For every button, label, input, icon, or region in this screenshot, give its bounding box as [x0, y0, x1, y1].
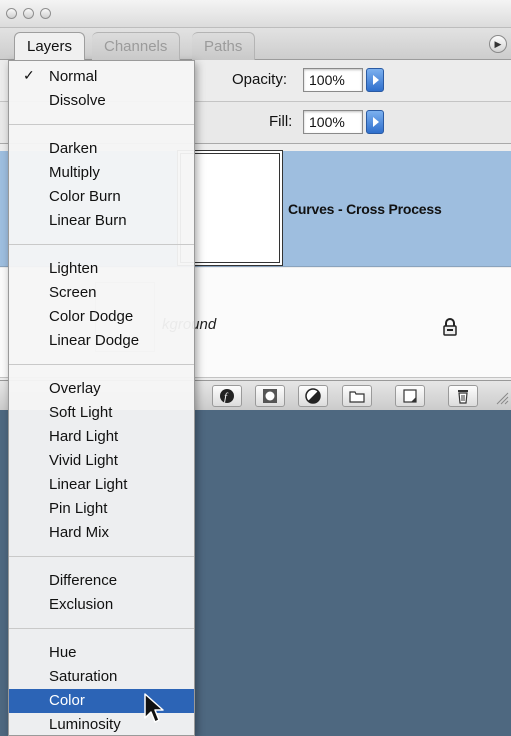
blend-mode-dissolve[interactable]: Dissolve	[9, 89, 194, 113]
new-layer-icon	[403, 389, 417, 403]
blend-mode-hard-light[interactable]: Hard Light	[9, 425, 194, 449]
blend-mode-linear-light[interactable]: Linear Light	[9, 473, 194, 497]
opacity-label: Opacity:	[232, 71, 288, 88]
blend-mode-hard-mix[interactable]: Hard Mix	[9, 521, 194, 545]
menu-separator	[9, 124, 194, 125]
tab-layers[interactable]: Layers	[14, 32, 86, 60]
add-mask-button[interactable]	[255, 385, 285, 407]
blend-mode-lighten[interactable]: Lighten	[9, 257, 194, 281]
blend-mode-difference[interactable]: Difference	[9, 569, 194, 593]
blend-mode-color-dodge[interactable]: Color Dodge	[9, 305, 194, 329]
menu-separator	[9, 244, 194, 245]
layer-mask-icon	[263, 389, 277, 403]
opacity-slider-arrow-icon[interactable]	[366, 68, 384, 92]
fill-label: Fill:	[269, 113, 293, 130]
new-layer-button[interactable]	[395, 385, 425, 407]
resize-grip-icon[interactable]	[493, 389, 509, 405]
blend-mode-linear-burn[interactable]: Linear Burn	[9, 209, 194, 233]
blend-mode-vivid-light[interactable]: Vivid Light	[9, 449, 194, 473]
close-window-button[interactable]	[6, 8, 17, 19]
adjustment-layer-button[interactable]	[298, 385, 328, 407]
minimize-window-button[interactable]	[23, 8, 34, 19]
blend-mode-darken[interactable]: Darken	[9, 137, 194, 161]
mouse-pointer-icon	[144, 693, 164, 723]
fill-slider-arrow-icon[interactable]	[366, 110, 384, 134]
blend-mode-exclusion[interactable]: Exclusion	[9, 593, 194, 617]
blend-mode-soft-light[interactable]: Soft Light	[9, 401, 194, 425]
blend-mode-pin-light[interactable]: Pin Light	[9, 497, 194, 521]
blend-mode-color-burn[interactable]: Color Burn	[9, 185, 194, 209]
blend-mode-menu: NormalDissolveDarkenMultiplyColor BurnLi…	[8, 60, 195, 736]
panel-menu-icon[interactable]: ▶	[489, 35, 507, 53]
layer-style-button[interactable]: f	[212, 385, 242, 407]
layer-name: Curves - Cross Process	[288, 201, 442, 217]
menu-separator	[9, 628, 194, 629]
blend-mode-linear-dodge[interactable]: Linear Dodge	[9, 329, 194, 353]
layer-style-icon: f	[220, 389, 234, 403]
zoom-window-button[interactable]	[40, 8, 51, 19]
panel-tab-bar: Layers Channels Paths ▶	[0, 28, 511, 60]
blend-mode-normal[interactable]: Normal	[9, 65, 194, 89]
delete-layer-button[interactable]	[448, 385, 478, 407]
blend-mode-multiply[interactable]: Multiply	[9, 161, 194, 185]
menu-separator	[9, 364, 194, 365]
menu-separator	[9, 556, 194, 557]
layer-mask-thumbnail[interactable]	[180, 153, 280, 263]
blend-mode-hue[interactable]: Hue	[9, 641, 194, 665]
blend-mode-saturation[interactable]: Saturation	[9, 665, 194, 689]
lock-icon	[443, 318, 457, 336]
new-group-icon	[349, 391, 365, 403]
opacity-field[interactable]: 100%	[303, 68, 363, 92]
tab-paths[interactable]: Paths	[192, 32, 256, 60]
tab-channels[interactable]: Channels	[92, 32, 181, 60]
blend-mode-overlay[interactable]: Overlay	[9, 377, 194, 401]
fill-field[interactable]: 100%	[303, 110, 363, 134]
window-titlebar	[0, 0, 511, 28]
adjustment-layer-icon	[305, 388, 321, 404]
blend-mode-screen[interactable]: Screen	[9, 281, 194, 305]
trash-icon	[458, 390, 468, 404]
new-group-button[interactable]	[342, 385, 372, 407]
